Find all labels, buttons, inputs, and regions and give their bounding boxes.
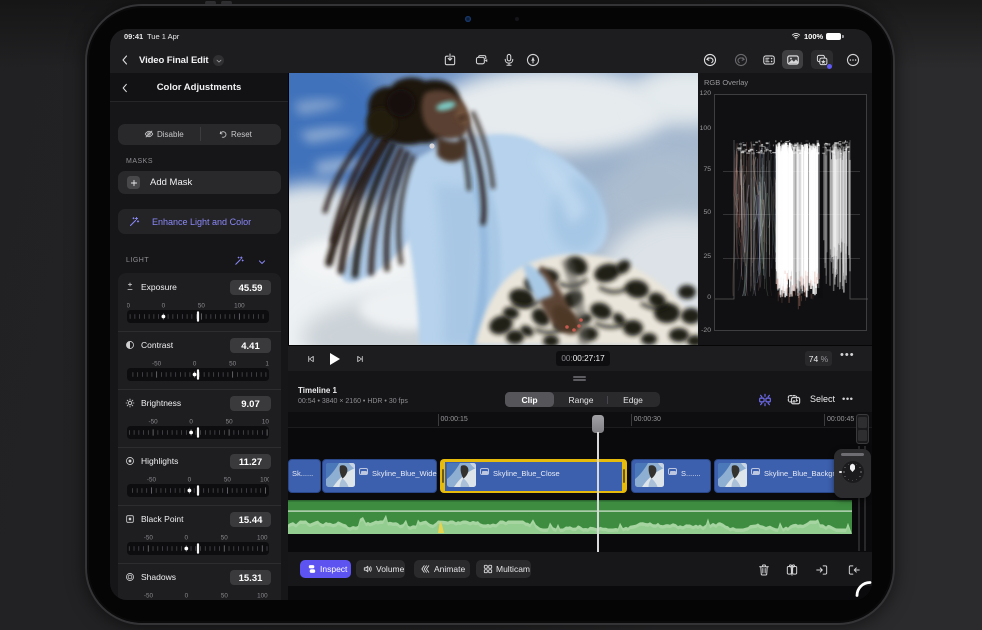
svg-text:100: 100: [260, 477, 269, 484]
svg-text:-50: -50: [144, 593, 154, 600]
svg-text:50: 50: [221, 593, 229, 600]
svg-text:-50: -50: [144, 535, 154, 542]
svg-text:50: 50: [226, 419, 234, 426]
svg-text:100: 100: [257, 593, 268, 600]
svg-text:0: 0: [189, 419, 193, 426]
svg-text:50: 50: [198, 303, 206, 310]
svg-text:-50: -50: [147, 477, 157, 484]
svg-text:100: 100: [257, 535, 268, 542]
svg-text:50: 50: [224, 477, 232, 484]
svg-text:0: 0: [188, 477, 192, 484]
svg-text:-50: -50: [152, 361, 162, 368]
svg-text:0: 0: [193, 361, 197, 368]
svg-text:-50: -50: [127, 303, 130, 310]
svg-text:0: 0: [185, 593, 189, 600]
svg-text:100: 100: [265, 361, 269, 368]
svg-text:50: 50: [221, 535, 229, 542]
svg-text:0: 0: [162, 303, 166, 310]
svg-text:-50: -50: [149, 419, 159, 426]
svg-text:100: 100: [234, 303, 245, 310]
svg-text:100: 100: [262, 419, 269, 426]
svg-text:50: 50: [229, 361, 237, 368]
svg-text:0: 0: [185, 535, 189, 542]
